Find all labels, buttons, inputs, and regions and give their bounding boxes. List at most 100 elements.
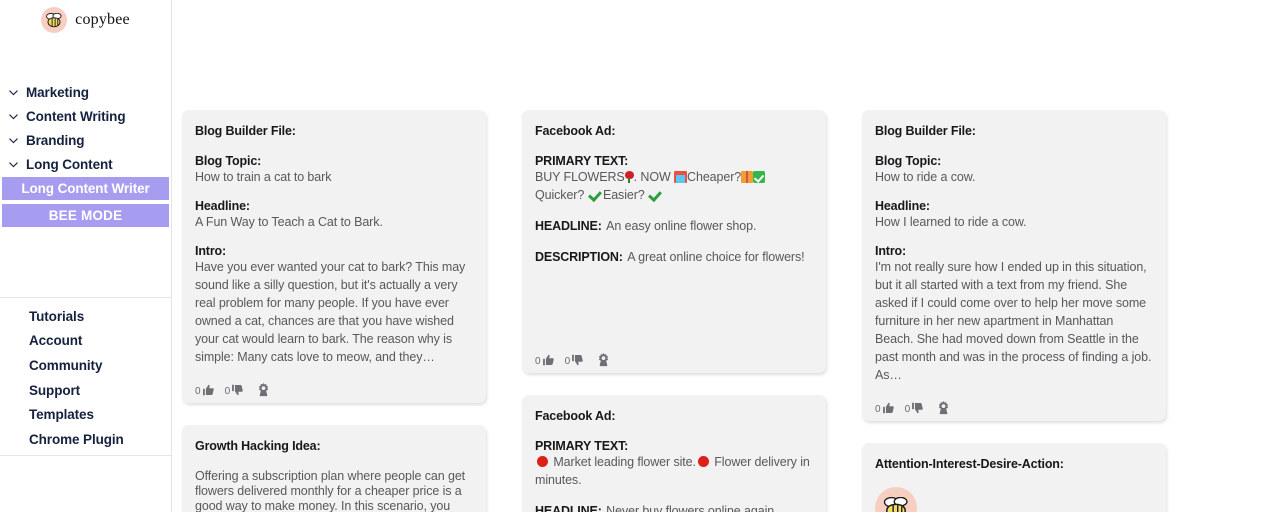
- card-footer: 0 0: [535, 349, 813, 373]
- downvote-button[interactable]: 0: [225, 383, 246, 397]
- sidebar-item-templates[interactable]: Templates: [29, 402, 171, 427]
- card-title: Facebook Ad:: [535, 409, 616, 423]
- gear-icon: [938, 400, 949, 415]
- upvote-count: 0: [535, 355, 541, 367]
- thumbs-up-icon: [882, 402, 894, 413]
- settings-button[interactable]: [256, 382, 271, 397]
- chevron-down-icon: [9, 113, 18, 119]
- red-circle-icon: [697, 456, 709, 467]
- red-circle-icon: [537, 456, 548, 467]
- field-label: PRIMARY TEXT:: [535, 154, 629, 168]
- gear-icon: [598, 352, 609, 367]
- thumbs-up-icon: [202, 384, 214, 395]
- primary-text-part-1: BUY FLOWERS: [535, 170, 625, 184]
- tulip-icon: [624, 171, 634, 183]
- card-footer: 0 0: [195, 379, 473, 403]
- primary-text-part-3: Cheaper?: [687, 170, 742, 184]
- sidebar-item-chrome-plugin[interactable]: Chrome Plugin: [29, 427, 171, 452]
- sidebar-item-support[interactable]: Support: [29, 378, 171, 403]
- gift-icon: [741, 171, 754, 183]
- sidebar-group-label: Long Content: [26, 156, 113, 172]
- card-blog-builder-cat[interactable]: Blog Builder File: Blog Topic: How to tr…: [182, 110, 486, 403]
- brand-logo[interactable]: copybee: [0, 0, 171, 34]
- store-icon: [674, 171, 688, 183]
- sidebar-group-label: Marketing: [26, 84, 89, 100]
- sidebar-group-branding[interactable]: Branding: [8, 128, 171, 152]
- check-mark-icon: [648, 189, 660, 200]
- sidebar-pill-group: Long Content Writer BEE MODE: [0, 177, 171, 231]
- field-value: Never buy flowers online again.: [606, 504, 778, 512]
- card-field-headline: Headline: How I learned to ride a cow.: [875, 199, 1153, 231]
- card-field-primary-text: PRIMARY TEXT: Market leading flower site…: [535, 439, 813, 489]
- field-value: How to train a cat to bark: [195, 170, 332, 184]
- board-column-1: Blog Builder File: Blog Topic: How to tr…: [182, 110, 486, 512]
- sidebar-group-marketing[interactable]: Marketing: [8, 80, 171, 104]
- sidebar-divider-bottom: [0, 455, 171, 456]
- sidebar-item-bee-mode[interactable]: BEE MODE: [2, 204, 169, 227]
- field-value: How I learned to ride a cow.: [875, 215, 1027, 229]
- card-field-primary-text: PRIMARY TEXT: BUY FLOWERS . NOW Cheaper? …: [535, 154, 813, 204]
- field-label: Intro:: [195, 244, 227, 258]
- field-label: Intro:: [875, 244, 907, 258]
- card-field-headline: HEADLINE: An easy online flower shop.: [535, 217, 813, 235]
- card-title: Growth Hacking Idea:: [195, 439, 321, 453]
- thumbs-down-icon: [572, 354, 583, 365]
- primary-text-part-1: Market leading flower site.: [550, 455, 696, 469]
- field-label: PRIMARY TEXT:: [535, 439, 629, 453]
- field-value: I'm not really sure how I ended up in th…: [875, 260, 1152, 382]
- field-value: A great online choice for flowers!: [627, 250, 805, 264]
- card-growth-hacking-idea[interactable]: Growth Hacking Idea: Offering a subscrip…: [182, 425, 486, 512]
- card-body: Offering a subscription plan where peopl…: [195, 469, 466, 512]
- sidebar-item-long-content-writer[interactable]: Long Content Writer: [2, 177, 169, 200]
- card-field-headline: HEADLINE: Never buy flowers online again…: [535, 502, 813, 512]
- thumbs-down-icon: [912, 402, 923, 413]
- thumbs-up-icon: [542, 354, 554, 365]
- card-blog-builder-cow[interactable]: Blog Builder File: Blog Topic: How to ri…: [862, 110, 1166, 421]
- sidebar-nav-groups: Marketing Content Writing Branding Long …: [0, 80, 171, 176]
- upvote-button[interactable]: 0: [875, 401, 896, 415]
- sidebar-group-label: Content Writing: [26, 108, 126, 124]
- primary-text-part-4: Quicker?: [535, 188, 588, 202]
- chevron-down-icon: [9, 137, 18, 143]
- sidebar-group-long-content[interactable]: Long Content: [8, 152, 171, 176]
- card-facebook-ad-1[interactable]: Facebook Ad: PRIMARY TEXT: BUY FLOWERS . …: [522, 110, 826, 373]
- field-label: Headline:: [875, 199, 930, 213]
- field-value: A Fun Way to Teach a Cat to Bark.: [195, 215, 383, 229]
- upvote-button[interactable]: 0: [195, 383, 216, 397]
- field-label: DESCRIPTION:: [535, 250, 623, 264]
- board-column-3: Blog Builder File: Blog Topic: How to ri…: [862, 110, 1166, 512]
- downvote-count: 0: [904, 403, 911, 415]
- board-column-2: Facebook Ad: PRIMARY TEXT: BUY FLOWERS . …: [522, 110, 826, 512]
- card-footer: 0 0: [875, 397, 1153, 421]
- card-facebook-ad-2[interactable]: Facebook Ad: PRIMARY TEXT: Market leadin…: [522, 395, 826, 512]
- card-title: Blog Builder File:: [875, 124, 976, 138]
- sidebar-item-account[interactable]: Account: [29, 329, 171, 354]
- card-field-description: DESCRIPTION: A great online choice for f…: [535, 248, 813, 266]
- sidebar-links: Tutorials Account Community Support Temp…: [0, 304, 171, 452]
- card-board: Blog Builder File: Blog Topic: How to tr…: [172, 0, 1280, 512]
- sidebar-divider-top: [0, 297, 171, 298]
- chevron-down-icon: [9, 89, 18, 95]
- field-value: Market leading flower site. Flower deliv…: [535, 455, 810, 487]
- card-field-intro: Intro: I'm not really sure how I ended u…: [875, 244, 1153, 384]
- sidebar-group-label: Branding: [26, 132, 85, 148]
- card-aida[interactable]: Attention-Interest-Desire-Action: ATTENT…: [862, 443, 1166, 512]
- sidebar-group-content-writing[interactable]: Content Writing: [8, 104, 171, 128]
- card-field-blog-topic: Blog Topic: How to train a cat to bark: [195, 154, 473, 186]
- brand-name: copybee: [75, 11, 130, 28]
- downvote-button[interactable]: 0: [905, 401, 926, 415]
- sidebar-item-community[interactable]: Community: [29, 353, 171, 378]
- downvote-button[interactable]: 0: [565, 353, 586, 367]
- sidebar-item-tutorials[interactable]: Tutorials: [29, 304, 171, 329]
- field-value: BUY FLOWERS . NOW Cheaper? Quicker? Easie…: [535, 170, 766, 202]
- upvote-count: 0: [875, 403, 881, 415]
- app-root: copybee Marketing Content Writing Brandi…: [0, 0, 1280, 512]
- settings-button[interactable]: [936, 400, 951, 415]
- downvote-count: 0: [564, 355, 571, 367]
- bee-icon: [41, 7, 68, 33]
- upvote-button[interactable]: 0: [535, 353, 556, 367]
- gear-icon: [258, 382, 269, 397]
- card-field-headline: Headline: A Fun Way to Teach a Cat to Ba…: [195, 199, 473, 231]
- field-value: How to ride a cow.: [875, 170, 976, 184]
- settings-button[interactable]: [596, 352, 611, 367]
